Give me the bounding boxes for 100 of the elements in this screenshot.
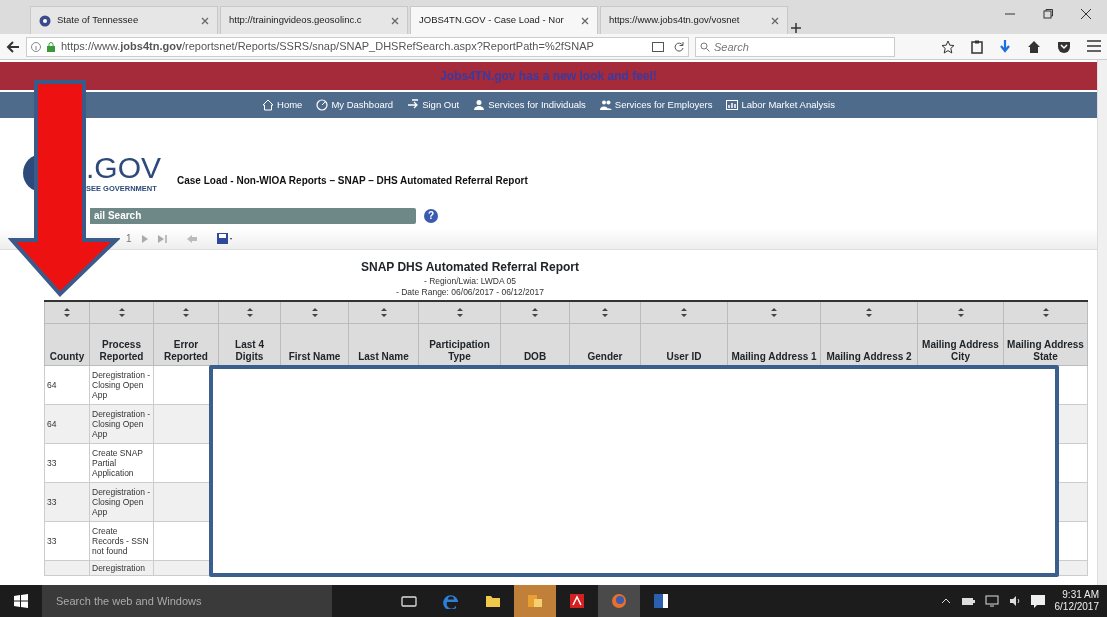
- nav-link[interactable]: My Dashboard: [316, 97, 394, 113]
- battery-icon[interactable]: [960, 596, 975, 606]
- sort-icon[interactable]: [246, 307, 253, 317]
- e-letter-icon: [443, 593, 459, 609]
- column-header: Last 4 Digits: [218, 323, 281, 365]
- sort-icon[interactable]: [681, 307, 687, 317]
- sort-icon[interactable]: [380, 307, 387, 317]
- star-icon[interactable]: [941, 39, 955, 54]
- browser-tab[interactable]: http://trainingvideos.geosolinc.c: [220, 6, 408, 34]
- scrollbar[interactable]: [1097, 60, 1107, 585]
- taskbar-date: 6/12/2017: [1054, 601, 1099, 613]
- page-number: 1: [126, 232, 132, 246]
- globe-icon: [611, 593, 627, 609]
- browser-tab[interactable]: State of Tennessee: [30, 6, 218, 34]
- download-icon[interactable]: [999, 39, 1011, 54]
- close-icon[interactable]: [201, 16, 209, 25]
- sort-icon[interactable]: [866, 307, 872, 317]
- close-icon[interactable]: [391, 16, 399, 25]
- sort-icon[interactable]: [118, 307, 125, 317]
- people-icon: [599, 99, 612, 111]
- report-parameter: - Region/Lwia: LWDA 05: [423, 276, 517, 287]
- sort-icon[interactable]: [532, 307, 538, 317]
- column-header: First Name: [280, 323, 349, 365]
- restore-icon[interactable]: [1043, 9, 1053, 19]
- chevron-icon[interactable]: [940, 598, 951, 604]
- menu-icon[interactable]: [1087, 39, 1101, 52]
- document-icon: [653, 593, 669, 609]
- sort-icon[interactable]: [183, 307, 189, 317]
- network-icon[interactable]: [984, 595, 999, 607]
- column-header: Mailing Address State: [1003, 323, 1088, 365]
- lock-icon: [47, 41, 55, 52]
- globe-icon: [39, 14, 51, 27]
- column-header: Process Reported: [89, 323, 154, 365]
- help-button[interactable]: ?: [424, 209, 438, 223]
- table-cell: Deregistration - Closing Open App: [89, 482, 154, 521]
- search-icon: [700, 41, 710, 52]
- sort-icon[interactable]: [64, 307, 70, 317]
- document-icon: [569, 593, 585, 609]
- page-title: Case Load - Non-WIOA Reports – SNAP – DHS Automated Referral Report: [177, 174, 528, 188]
- column-header: DOB: [500, 323, 570, 365]
- windows-icon: [14, 594, 28, 608]
- column-header: Error Reported: [153, 323, 219, 365]
- bar-chart-icon: [726, 99, 739, 111]
- table-cell: 64: [44, 365, 90, 404]
- save-icon[interactable]: [216, 232, 233, 245]
- person-icon: [473, 99, 486, 111]
- plus-icon[interactable]: [790, 22, 802, 34]
- table-cell: Create SNAP Partial Application: [89, 443, 154, 482]
- table-cell: 33: [44, 521, 90, 560]
- table-cell: 64: [44, 404, 90, 443]
- home-icon: [262, 99, 275, 111]
- report-parameter: - Date Range: 06/06/2017 - 06/12/2017: [395, 287, 545, 298]
- message-icon[interactable]: [1030, 594, 1045, 608]
- nav-link[interactable]: Home: [262, 97, 303, 113]
- close-icon[interactable]: [581, 16, 589, 25]
- search-panel-header[interactable]: ail Search: [90, 208, 416, 224]
- browser-tab[interactable]: https://www.jobs4tn.gov/vosnet: [600, 6, 788, 34]
- sort-icon[interactable]: [957, 307, 964, 317]
- sort-icon[interactable]: [771, 307, 777, 317]
- home-icon[interactable]: [1027, 39, 1041, 54]
- column-header: Mailing Address City: [917, 323, 1004, 365]
- report-title: SNAP DHS Automated Referral Report: [359, 259, 580, 276]
- sort-icon[interactable]: [1042, 307, 1049, 317]
- column-header: Gender: [569, 323, 641, 365]
- task-view-icon: [401, 593, 417, 609]
- logo-text: .GOV: [86, 152, 161, 183]
- taskbar-time: 9:31 AM: [1061, 589, 1099, 601]
- nav-link[interactable]: Sign Out: [407, 97, 460, 113]
- column-header: County: [44, 323, 90, 365]
- column-header: Mailing Address 1: [727, 323, 821, 365]
- sort-icon[interactable]: [311, 307, 318, 317]
- reload-icon[interactable]: [674, 41, 684, 52]
- speaker-icon[interactable]: [1008, 595, 1021, 607]
- nav-link[interactable]: Services for Individuals: [473, 97, 586, 113]
- folder-icon: [485, 593, 501, 609]
- nav-link[interactable]: Labor Market Analysis: [726, 97, 835, 113]
- search-field[interactable]: Search: [695, 36, 895, 57]
- gauge-icon: [316, 99, 329, 111]
- table-cell: 33: [44, 443, 90, 482]
- column-header: User ID: [640, 323, 728, 365]
- table-cell: Deregistration - Closing Open App: [89, 365, 154, 404]
- address-field[interactable]: https://www.jobs4tn.gov/reportsnet/Reports/SSRS/snap/SNAP_DHSRefSearch.aspx?ReportPath=%2fSNAP: [26, 36, 689, 57]
- column-header: Last Name: [348, 323, 419, 365]
- close-icon[interactable]: [771, 16, 779, 25]
- back-icon[interactable]: [6, 40, 20, 53]
- info-icon: [31, 41, 41, 52]
- table-cell: 33: [44, 482, 90, 521]
- arrow-icon: [407, 99, 420, 111]
- taskbar-search-field[interactable]: Search the web and Windows: [42, 585, 332, 617]
- column-header: Participation Type: [418, 323, 501, 365]
- sort-icon[interactable]: [602, 307, 608, 317]
- clipboard-icon[interactable]: [971, 39, 983, 54]
- announcement-banner: Jobs4TN.gov has a new look and feel!: [0, 62, 1097, 90]
- pocket-icon[interactable]: [1057, 39, 1071, 54]
- reader-icon[interactable]: [652, 41, 664, 52]
- sort-icon[interactable]: [456, 307, 463, 317]
- table-cell: Create Records - SSN not found: [89, 521, 154, 560]
- close-icon[interactable]: [1081, 9, 1091, 19]
- browser-tab[interactable]: JOBS4TN.GOV - Case Load - Nor: [410, 6, 598, 34]
- nav-link[interactable]: Services for Employers: [599, 97, 713, 113]
